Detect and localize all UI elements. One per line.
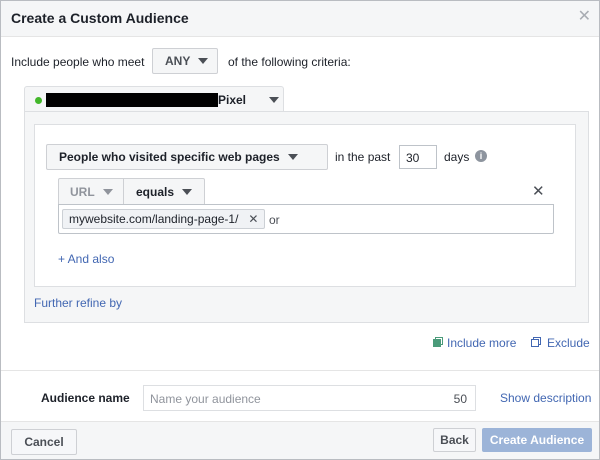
chevron-down-icon	[269, 97, 279, 103]
chevron-down-icon	[198, 58, 209, 64]
audience-name-label: Audience name	[41, 391, 130, 405]
days-label: days	[444, 150, 470, 164]
match-type-value: ANY	[165, 54, 191, 68]
url-tag: mywebsite.com/landing-page-1/ ✕	[62, 209, 266, 229]
operator-dropdown[interactable]: equals	[123, 178, 205, 205]
pixel-selector[interactable]: Pixel	[24, 86, 284, 112]
section-divider	[1, 370, 599, 371]
include-more-icon	[433, 337, 443, 347]
pixel-label: Pixel	[218, 93, 247, 107]
info-icon[interactable]: i	[475, 150, 487, 162]
criteria-prefix: Include people who meet	[11, 55, 145, 69]
back-button[interactable]: Back	[433, 428, 476, 452]
audience-name-placeholder: Name your audience	[150, 392, 261, 406]
close-icon[interactable]: ✕	[578, 9, 591, 25]
further-refine-link[interactable]: Further refine by	[34, 296, 122, 310]
and-also-link[interactable]: + And also	[58, 252, 114, 266]
exclude-icon	[531, 337, 541, 347]
dialog-footer: Cancel Back Create Audience	[1, 421, 599, 459]
redacted-pixel-name	[46, 93, 218, 107]
audience-name-input[interactable]: Name your audience 50	[143, 385, 476, 411]
field-dropdown[interactable]: URL	[58, 178, 124, 205]
dialog-header: Create a Custom Audience ✕	[1, 1, 599, 37]
chevron-down-icon	[287, 154, 298, 160]
remove-tag-close-icon[interactable]: ✕	[248, 212, 258, 226]
chevron-down-icon	[102, 188, 113, 195]
operator-value: equals	[136, 184, 175, 199]
url-tag-label: mywebsite.com/landing-page-1/	[69, 212, 239, 226]
event-type-value: People who visited specific web pages	[59, 150, 280, 164]
days-input[interactable]: 30	[399, 145, 437, 169]
match-type-dropdown[interactable]: ANY	[152, 48, 218, 74]
include-more-link[interactable]: Include more	[447, 336, 516, 350]
exclude-link[interactable]: Exclude	[547, 336, 590, 350]
in-the-past-label: in the past	[335, 150, 391, 164]
dialog-title: Create a Custom Audience	[11, 10, 189, 26]
create-custom-audience-dialog: Create a Custom Audience ✕ Include peopl…	[0, 0, 600, 460]
char-count: 50	[453, 392, 467, 406]
cancel-button[interactable]: Cancel	[11, 429, 77, 455]
chevron-down-icon	[182, 188, 193, 195]
criteria-suffix: of the following criteria:	[228, 55, 351, 69]
pixel-status-dot	[35, 97, 42, 104]
or-label: or	[269, 213, 280, 227]
remove-rule-close-icon[interactable]: ✕	[532, 184, 545, 200]
field-value: URL	[70, 184, 95, 199]
show-description-link[interactable]: Show description	[500, 391, 591, 405]
create-audience-button[interactable]: Create Audience	[482, 428, 592, 452]
event-type-dropdown[interactable]: People who visited specific web pages	[46, 144, 328, 170]
